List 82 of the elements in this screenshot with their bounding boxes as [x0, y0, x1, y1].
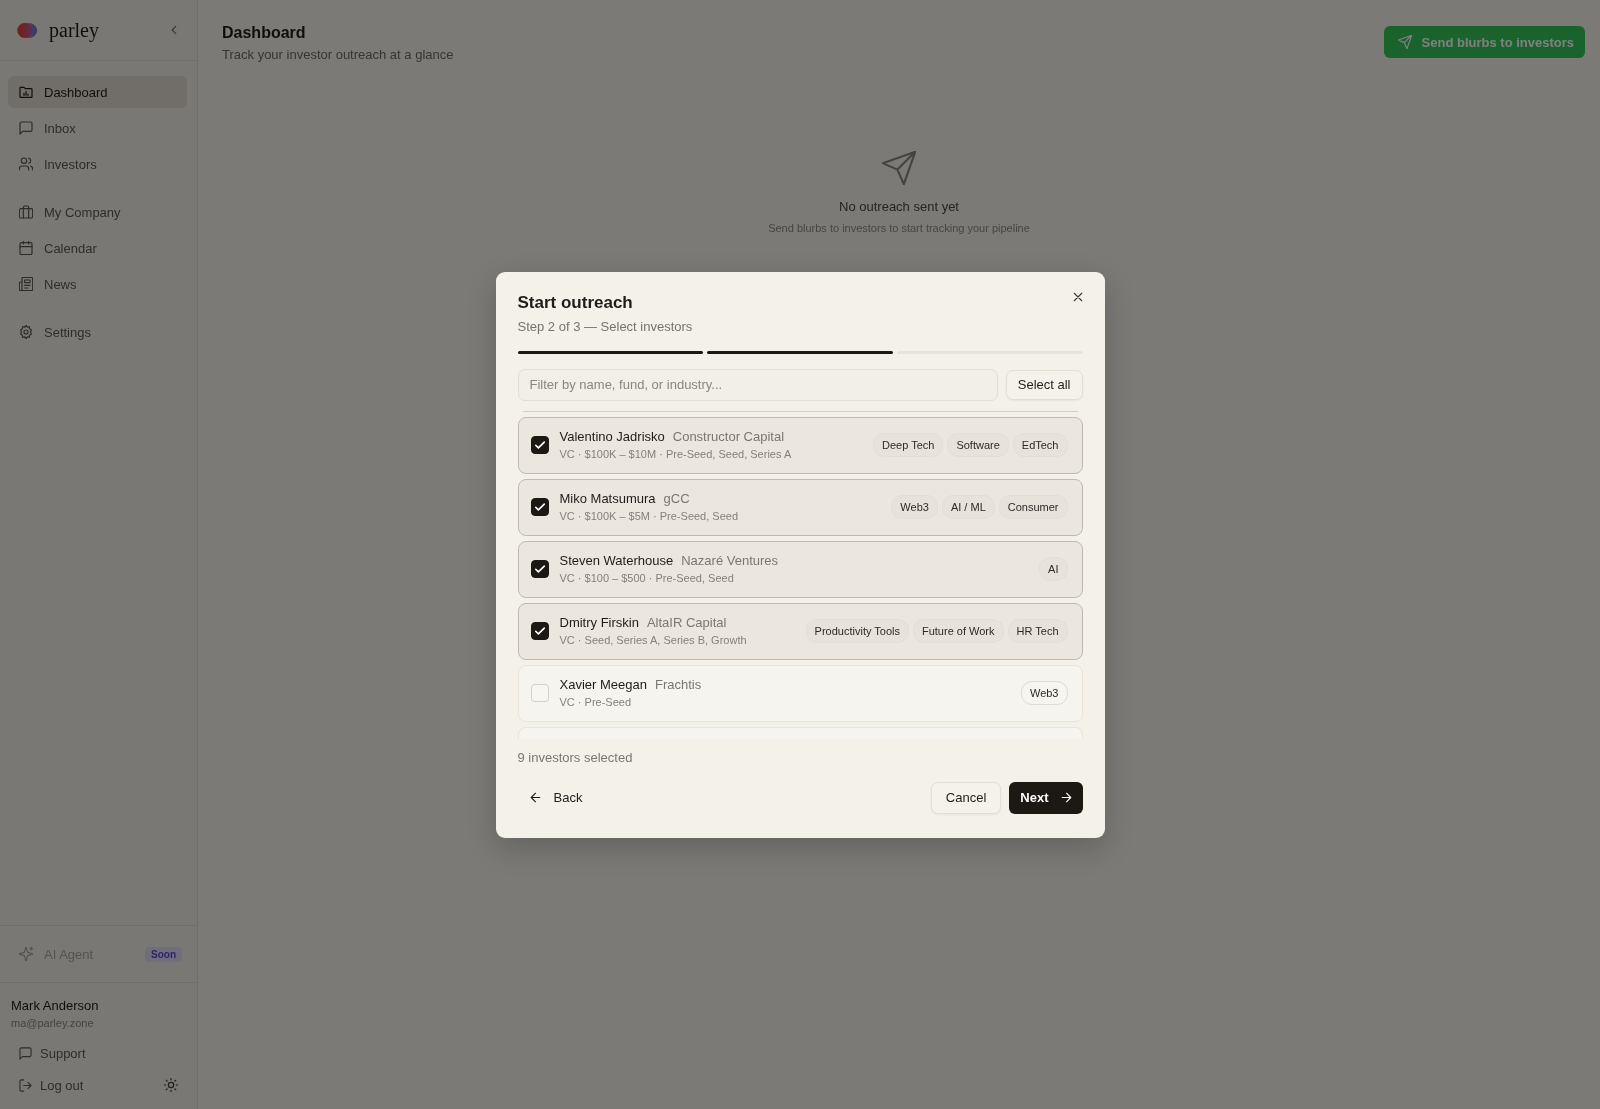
sparkle-icon: [19, 947, 33, 961]
logout-button[interactable]: Log out: [11, 1071, 92, 1099]
industry-tag: Consumer: [998, 495, 1068, 519]
investor-details: VC · Pre-Seed: [559, 695, 632, 710]
cancel-button[interactable]: Cancel: [930, 781, 1002, 814]
selection-count: 9 investors selected: [517, 748, 633, 767]
fund-name: Constructor Capital: [672, 428, 785, 445]
newspaper-icon: [19, 277, 33, 291]
investor-details: VC · $100K – $10M · Pre-Seed, Seed, Series A: [559, 447, 792, 462]
nav-item[interactable]: News: [8, 268, 187, 300]
checkbox[interactable]: [530, 622, 549, 640]
chat-bubble-icon: [19, 1046, 32, 1060]
investor-details: VC · $100 – $500 · Pre-Seed, Seed: [559, 571, 734, 586]
briefcase-icon: [19, 205, 33, 219]
investor-name: Miko Matsumura: [559, 490, 656, 507]
nav-item[interactable]: Inbox: [8, 112, 187, 144]
investor-row[interactable]: Xavier Meegan Frachtis VC · Pre-Seed Web3: [517, 664, 1083, 722]
fund-name: gCC: [663, 490, 690, 507]
fund-name: AltaIR Capital: [646, 614, 727, 631]
arrow-right-icon: [1060, 792, 1072, 803]
industry-tag: Future of Work: [912, 619, 1004, 643]
calendar-icon: [19, 241, 33, 255]
chevron-left-icon: [171, 25, 177, 35]
checkbox[interactable]: [530, 436, 549, 454]
industry-tag: AI / ML: [941, 495, 995, 519]
industry-tag: Web3: [1020, 681, 1068, 705]
folder-chart-icon: [19, 85, 33, 99]
support-link[interactable]: Support: [11, 1039, 94, 1067]
check-icon: [534, 503, 545, 511]
check-icon: [534, 627, 545, 635]
brand-name: parley: [49, 18, 99, 42]
checkbox[interactable]: [530, 560, 549, 578]
logout-icon: [19, 1078, 32, 1092]
industry-tag: Productivity Tools: [805, 619, 909, 643]
investor-row[interactable]: Dmitry Firskin AltaIR Capital VC · Seed, Series A, Series B, Growth Productivity Tools Future of Work HR Tech: [517, 602, 1083, 660]
investor-name: Xavier Meegan: [559, 676, 647, 693]
industry-tag: Web3: [891, 495, 938, 519]
nav-item[interactable]: Dashboard: [8, 76, 187, 108]
users-icon: [19, 157, 33, 171]
sun-icon: [164, 1078, 178, 1092]
select-all-button[interactable]: Select all: [1005, 369, 1083, 400]
investor-details: VC · $100K – $5M · Pre-Seed, Seed: [559, 509, 739, 524]
check-icon: [534, 565, 545, 573]
paper-plane-icon: [882, 151, 916, 185]
page-subtitle: Track your investor outreach at a glance: [222, 46, 454, 64]
nav-item[interactable]: My Company: [8, 196, 187, 228]
fund-name: Nazaré Ventures: [681, 552, 779, 569]
logo-icon: [17, 22, 38, 38]
nav-item[interactable]: Investors: [8, 148, 187, 180]
step-label: Step 2 of 3 — Select investors: [517, 317, 693, 336]
next-button[interactable]: Next: [1009, 781, 1083, 814]
soon-badge: Soon: [145, 946, 182, 962]
industry-tag: Software: [947, 433, 1009, 457]
investor-name: Valentino Jadrisko: [559, 428, 665, 445]
investor-name: Steven Waterhouse: [559, 552, 674, 569]
gear-icon: [19, 325, 33, 339]
page-title: Dashboard: [222, 23, 306, 43]
paper-plane-icon: [1397, 35, 1412, 49]
theme-toggle-button[interactable]: [161, 1075, 181, 1095]
dialog-title: Start outreach: [517, 291, 633, 314]
industry-tag: AI: [1039, 557, 1068, 581]
chat-icon: [19, 121, 33, 135]
checkbox[interactable]: [530, 498, 549, 516]
check-icon: [534, 441, 545, 449]
nav-item[interactable]: Settings: [8, 316, 187, 348]
investor-row[interactable]: Valentino Jadrisko Constructor Capital VC · $100K – $10M · Pre-Seed, Seed, Series A Deep Tech Software EdTech: [517, 416, 1083, 474]
investor-name: Dmitry Firskin: [559, 614, 639, 631]
back-button[interactable]: Back: [517, 781, 593, 814]
collapse-sidebar-button[interactable]: [169, 23, 179, 37]
arrow-left-icon: [529, 792, 541, 803]
user-name: Mark Anderson: [11, 998, 99, 1014]
industry-tag: Deep Tech: [873, 433, 944, 457]
industry-tag: HR Tech: [1007, 619, 1068, 643]
empty-state-title: No outreach sent yet: [839, 198, 959, 216]
investor-row[interactable]: Miko Matsumura gCC VC · $100K – $5M · Pre-Seed, Seed Web3 AI / ML Consumer: [517, 478, 1083, 536]
nav-item[interactable]: Calendar: [8, 232, 187, 264]
close-icon: [1072, 291, 1083, 302]
industry-tag: EdTech: [1012, 433, 1068, 457]
filter-input[interactable]: Filter by name, fund, or industry...: [517, 368, 998, 401]
fund-name: Frachtis: [654, 676, 702, 693]
investor-row[interactable]: Steven Waterhouse Nazaré Ventures VC · $100 – $500 · Pre-Seed, Seed AI: [517, 540, 1083, 598]
investor-details: VC · Seed, Series A, Series B, Growth: [559, 633, 747, 648]
